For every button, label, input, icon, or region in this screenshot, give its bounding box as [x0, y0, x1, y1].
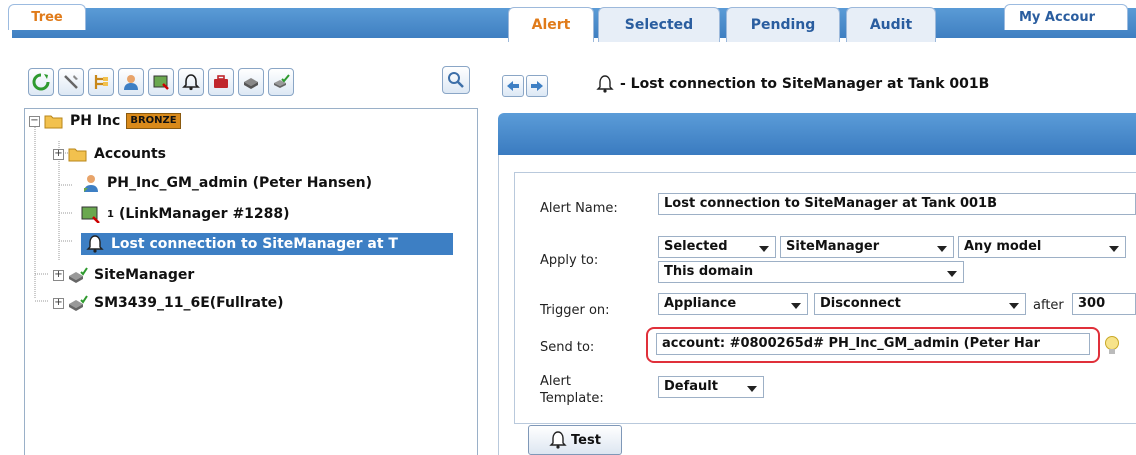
- tree-item-label: SiteManager: [94, 267, 195, 283]
- tab-audit[interactable]: Audit: [846, 7, 936, 42]
- tree-root-label: PH Inc: [70, 113, 121, 129]
- test-button[interactable]: Test: [528, 425, 622, 455]
- tree-item-linkmanager[interactable]: 1 (LinkManager #1288): [81, 203, 290, 225]
- bronze-badge: BRONZE: [126, 113, 181, 129]
- alert-name-field[interactable]: Lost connection to SiteManager at Tank 0…: [658, 193, 1136, 215]
- alert-bell-icon: [549, 431, 567, 449]
- tree-item-label: (LinkManager #1288): [118, 206, 290, 222]
- tree-item-accounts[interactable]: + Accounts: [53, 143, 166, 165]
- tree-item-user[interactable]: PH_Inc_GM_admin (Peter Hansen): [81, 172, 372, 194]
- test-button-label: Test: [571, 432, 601, 448]
- apply-type-select[interactable]: SiteManager: [780, 236, 954, 258]
- user-icon: [84, 175, 98, 192]
- alert-name-label: Alert Name:: [540, 201, 618, 216]
- refresh-icon[interactable]: [28, 68, 54, 96]
- tree-item-label: SM3439_11_6E(Fullrate): [94, 295, 284, 311]
- send-to-field[interactable]: account: #0800265d# PH_Inc_GM_admin (Pet…: [656, 333, 1090, 355]
- chevron-down-icon: [937, 246, 947, 252]
- tree-item-alert-selected[interactable]: Lost connection to SiteManager at T: [81, 233, 453, 255]
- sitemanager-icon[interactable]: [238, 68, 264, 96]
- tree-item-sm3439[interactable]: + SM3439_11_6E(Fullrate): [53, 292, 284, 314]
- tree-item-sitemanager[interactable]: + SiteManager: [53, 264, 194, 286]
- linkmanager-icon[interactable]: [148, 68, 174, 96]
- linkmanager-icon: [81, 206, 100, 223]
- collapse-toggle[interactable]: −: [29, 115, 40, 127]
- tab-pending[interactable]: Pending: [726, 7, 840, 42]
- expand-toggle[interactable]: +: [53, 269, 64, 281]
- chevron-down-icon: [947, 271, 957, 277]
- chevron-down-icon: [747, 386, 757, 392]
- trigger-source-select[interactable]: Appliance: [658, 293, 808, 315]
- chevron-down-icon: [791, 303, 801, 309]
- select-value: Any model: [964, 239, 1042, 254]
- alert-bell-icon: [86, 235, 104, 253]
- forward-arrow-icon[interactable]: [526, 75, 548, 97]
- tab-tree[interactable]: Tree: [8, 4, 86, 30]
- send-to-label: Send to:: [540, 340, 595, 355]
- toolbox-icon[interactable]: [208, 68, 234, 96]
- sitemanager-icon: [69, 267, 88, 283]
- apply-domain-select[interactable]: This domain: [658, 261, 964, 283]
- folder-open-icon: [44, 115, 63, 129]
- select-value: Selected: [664, 239, 728, 254]
- chevron-down-icon: [759, 246, 769, 252]
- tree-view-icon[interactable]: [88, 68, 114, 96]
- trigger-on-label: Trigger on:: [540, 303, 610, 318]
- count-superscript: 1: [107, 208, 114, 220]
- alert-bell-icon: [596, 75, 614, 93]
- select-value: Appliance: [664, 296, 737, 311]
- page-title: - Lost connection to SiteManager at Tank…: [620, 76, 990, 92]
- apply-selected-select[interactable]: Selected: [658, 236, 776, 258]
- chevron-down-icon: [1109, 246, 1119, 252]
- chevron-down-icon: [1009, 303, 1019, 309]
- folder-icon: [68, 148, 87, 162]
- apply-model-select[interactable]: Any model: [958, 236, 1126, 258]
- user-icon[interactable]: [118, 68, 144, 96]
- lightbulb-icon[interactable]: [1104, 334, 1120, 358]
- tree-item-label: Lost connection to SiteManager at T: [111, 236, 398, 252]
- back-arrow-icon[interactable]: [502, 75, 524, 97]
- trigger-event-select[interactable]: Disconnect: [814, 293, 1026, 315]
- tab-my-account[interactable]: My Accour: [1004, 4, 1128, 30]
- select-value: Disconnect: [820, 296, 901, 311]
- sitemanager-icon: [69, 295, 88, 311]
- select-value: This domain: [664, 264, 754, 279]
- alert-tab-bar: [498, 113, 1136, 155]
- template-label-line2: Template:: [540, 391, 604, 406]
- tab-alert[interactable]: Alert: [508, 7, 594, 42]
- after-seconds-field[interactable]: 300: [1072, 293, 1136, 315]
- apply-to-label: Apply to:: [540, 253, 599, 268]
- template-select[interactable]: Default: [658, 376, 764, 398]
- expand-toggle[interactable]: +: [53, 148, 64, 160]
- tree-panel: − PH Inc BRONZE + Accounts PH_Inc_GM_adm…: [24, 108, 478, 455]
- select-value: SiteManager: [786, 239, 880, 254]
- sitemanager-check-icon[interactable]: [268, 68, 294, 96]
- tab-selected[interactable]: Selected: [598, 7, 720, 42]
- alert-header: - Lost connection to SiteManager at Tank…: [596, 72, 989, 96]
- select-value: Default: [664, 379, 718, 394]
- tree-root-ph-inc[interactable]: − PH Inc BRONZE: [29, 110, 181, 132]
- after-label: after: [1033, 298, 1064, 313]
- expand-toggle[interactable]: +: [53, 297, 64, 309]
- tree-item-label: PH_Inc_GM_admin (Peter Hansen): [107, 175, 373, 191]
- alert-bell-icon[interactable]: [178, 68, 204, 96]
- settings-tools-icon[interactable]: [58, 68, 84, 96]
- search-icon[interactable]: [442, 66, 470, 94]
- template-label-line1: Alert: [540, 374, 571, 389]
- tree-item-label: Accounts: [94, 146, 167, 162]
